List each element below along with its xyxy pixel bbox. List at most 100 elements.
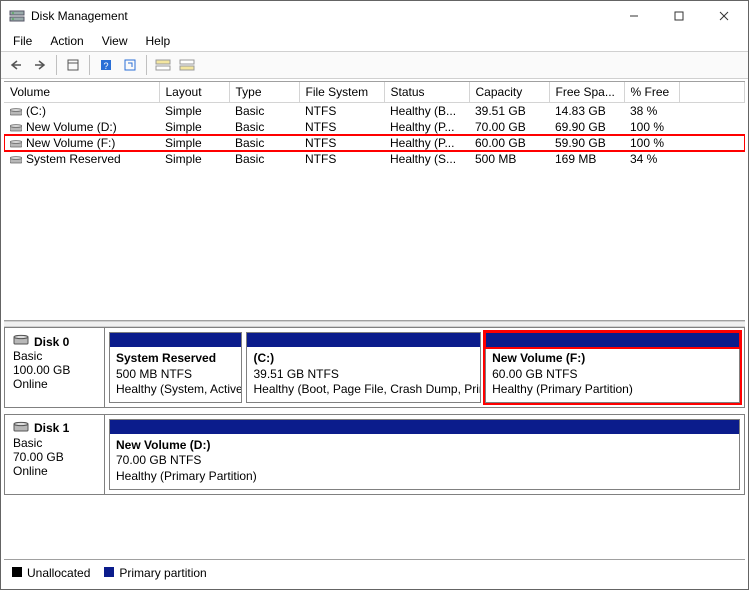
volume-icon — [10, 138, 22, 148]
maximize-button[interactable] — [656, 2, 701, 30]
window-buttons — [611, 2, 746, 30]
svg-text:?: ? — [103, 61, 108, 71]
cell-pct: 34 % — [624, 151, 679, 167]
partition-size: 39.51 GB NTFS — [253, 367, 474, 383]
forward-button[interactable] — [29, 54, 51, 76]
col-freespace[interactable]: Free Spa... — [549, 82, 624, 103]
menu-help[interactable]: Help — [138, 32, 179, 50]
menu-view[interactable]: View — [94, 32, 136, 50]
partition-stripe — [110, 333, 241, 347]
cell-fs: NTFS — [299, 119, 384, 135]
partition-status: Healthy (Boot, Page File, Crash Dump, Pr… — [253, 382, 474, 398]
partition-title: System Reserved — [116, 351, 235, 367]
cell-layout: Simple — [159, 119, 229, 135]
window-title: Disk Management — [31, 9, 611, 23]
disk-partitions: New Volume (D:)70.00 GB NTFSHealthy (Pri… — [105, 415, 744, 494]
disk-row: Disk 1Basic70.00 GBOnlineNew Volume (D:)… — [4, 414, 745, 495]
partition-size: 70.00 GB NTFS — [116, 453, 733, 469]
unallocated-swatch — [12, 567, 22, 577]
cell-fs: NTFS — [299, 103, 384, 120]
legend-primary: Primary partition — [104, 566, 206, 580]
disk-type: Basic — [13, 436, 96, 450]
disk-row: Disk 0Basic100.00 GBOnlineSystem Reserve… — [4, 327, 745, 408]
cell-pct: 100 % — [624, 119, 679, 135]
view-top-button[interactable] — [152, 54, 174, 76]
cell-layout: Simple — [159, 135, 229, 151]
cell-free: 69.90 GB — [549, 119, 624, 135]
volume-name: New Volume (D:) — [26, 120, 117, 134]
partition-stripe — [110, 420, 739, 434]
menu-action[interactable]: Action — [42, 32, 91, 50]
help-button[interactable]: ? — [95, 54, 117, 76]
table-row[interactable]: New Volume (D:) SimpleBasicNTFSHealthy (P… — [4, 119, 745, 135]
menubar: File Action View Help — [1, 31, 748, 51]
disk-state: Online — [13, 464, 96, 478]
properties-button[interactable] — [62, 54, 84, 76]
volume-icon — [10, 154, 22, 164]
menu-file[interactable]: File — [5, 32, 40, 50]
disk-graphic-pane[interactable]: Disk 0Basic100.00 GBOnlineSystem Reserve… — [1, 327, 748, 559]
cell-fs: NTFS — [299, 135, 384, 151]
partition-stripe — [247, 333, 480, 347]
partition[interactable]: New Volume (D:)70.00 GB NTFSHealthy (Pri… — [109, 419, 740, 490]
partition-status: Healthy (Primary Partition) — [492, 382, 733, 398]
disk-partitions: System Reserved500 MB NTFSHealthy (Syste… — [105, 328, 744, 407]
table-row[interactable]: System Reserved SimpleBasicNTFSHealthy (S… — [4, 151, 745, 167]
cell-pct: 100 % — [624, 135, 679, 151]
col-pctfree[interactable]: % Free — [624, 82, 679, 103]
volume-list-pane[interactable]: Volume Layout Type File System Status Ca… — [4, 81, 745, 321]
back-button[interactable] — [5, 54, 27, 76]
col-layout[interactable]: Layout — [159, 82, 229, 103]
cell-free: 59.90 GB — [549, 135, 624, 151]
app-icon — [9, 8, 25, 24]
cell-pct: 38 % — [624, 103, 679, 120]
cell-type: Basic — [229, 103, 299, 120]
cell-status: Healthy (P... — [384, 119, 469, 135]
col-type[interactable]: Type — [229, 82, 299, 103]
disk-icon — [13, 421, 29, 436]
disk-size: 100.00 GB — [13, 363, 96, 377]
cell-status: Healthy (S... — [384, 151, 469, 167]
partition-size: 60.00 GB NTFS — [492, 367, 733, 383]
volume-name: System Reserved — [26, 152, 121, 166]
col-status[interactable]: Status — [384, 82, 469, 103]
minimize-button[interactable] — [611, 2, 656, 30]
disk-icon — [13, 334, 29, 349]
close-button[interactable] — [701, 2, 746, 30]
legend: Unallocated Primary partition — [4, 559, 745, 586]
volume-name: New Volume (F:) — [26, 136, 115, 150]
cell-capacity: 500 MB — [469, 151, 549, 167]
window: Disk Management File Action View Help ? — [0, 0, 749, 590]
partition-status: Healthy (System, Active — [116, 382, 235, 398]
disk-info[interactable]: Disk 1Basic70.00 GBOnline — [5, 415, 105, 494]
disk-type: Basic — [13, 349, 96, 363]
cell-status: Healthy (P... — [384, 135, 469, 151]
partition[interactable]: New Volume (F:)60.00 GB NTFSHealthy (Pri… — [485, 332, 740, 403]
volume-icon — [10, 106, 22, 116]
cell-fs: NTFS — [299, 151, 384, 167]
cell-free: 169 MB — [549, 151, 624, 167]
column-headers[interactable]: Volume Layout Type File System Status Ca… — [4, 82, 745, 103]
cell-layout: Simple — [159, 151, 229, 167]
cell-type: Basic — [229, 151, 299, 167]
col-filesystem[interactable]: File System — [299, 82, 384, 103]
partition-title: (C:) — [253, 351, 474, 367]
col-volume[interactable]: Volume — [4, 82, 159, 103]
content: Volume Layout Type File System Status Ca… — [1, 79, 748, 589]
cell-status: Healthy (B... — [384, 103, 469, 120]
disk-info[interactable]: Disk 0Basic100.00 GBOnline — [5, 328, 105, 407]
view-bottom-button[interactable] — [176, 54, 198, 76]
volume-icon — [10, 122, 22, 132]
cell-capacity: 70.00 GB — [469, 119, 549, 135]
table-row[interactable]: New Volume (F:)SimpleBasicNTFSHealthy (P… — [4, 135, 745, 151]
table-row[interactable]: (C:)SimpleBasicNTFSHealthy (B...39.51 GB… — [4, 103, 745, 120]
partition[interactable]: (C:)39.51 GB NTFSHealthy (Boot, Page Fil… — [246, 332, 481, 403]
col-capacity[interactable]: Capacity — [469, 82, 549, 103]
cell-type: Basic — [229, 119, 299, 135]
disk-name: Disk 0 — [34, 335, 69, 349]
refresh-button[interactable] — [119, 54, 141, 76]
partition[interactable]: System Reserved500 MB NTFSHealthy (Syste… — [109, 332, 242, 403]
volume-table: Volume Layout Type File System Status Ca… — [4, 82, 745, 167]
legend-unallocated: Unallocated — [12, 566, 90, 580]
disk-size: 70.00 GB — [13, 450, 96, 464]
